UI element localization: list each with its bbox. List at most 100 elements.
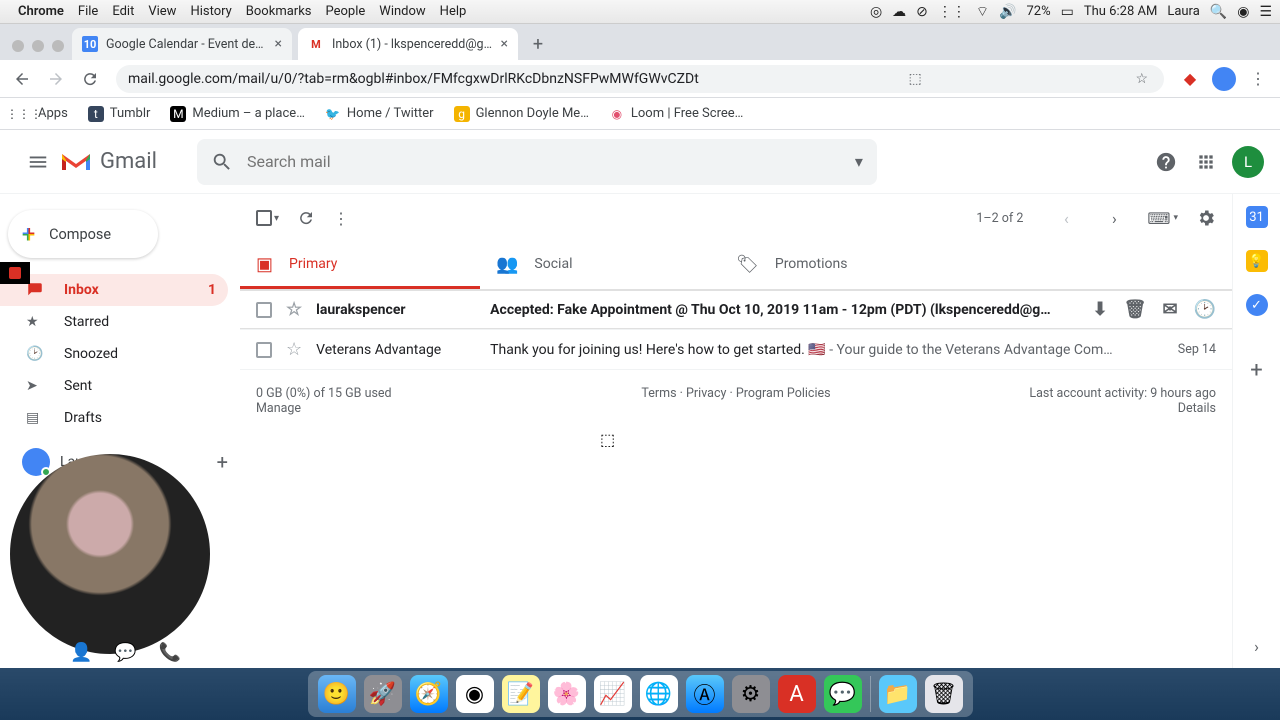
acrobat-icon[interactable]: A xyxy=(778,675,816,713)
calendar-addon-icon[interactable]: 31 xyxy=(1246,206,1268,228)
chevron-down-icon[interactable]: ▾ xyxy=(274,213,279,224)
app-name[interactable]: Chrome xyxy=(18,4,64,19)
select-all-checkbox[interactable] xyxy=(256,210,272,226)
menu-help[interactable]: Help xyxy=(440,4,467,19)
keep-addon-icon[interactable]: 💡 xyxy=(1246,250,1268,272)
bookmark-item[interactable]: MMedium – a place… xyxy=(162,102,313,126)
compose-button[interactable]: + Compose xyxy=(8,210,158,258)
archive-icon[interactable]: ⬇ xyxy=(1093,299,1108,320)
browser-tab[interactable]: 10 Google Calendar - Event detai × xyxy=(72,28,292,60)
wifi-icon[interactable]: ⌔ xyxy=(976,3,989,21)
google-apps-button[interactable] xyxy=(1186,142,1226,182)
terms-link[interactable]: Terms xyxy=(641,386,676,401)
menu-edit[interactable]: Edit xyxy=(112,4,134,19)
spotlight-icon[interactable]: 🔍 xyxy=(1210,4,1227,20)
new-chat-button[interactable]: + xyxy=(217,450,228,474)
mail-row[interactable]: ☆ laurakspencer Accepted: Fake Appointme… xyxy=(240,290,1232,330)
select-all[interactable]: ▾ xyxy=(256,210,279,226)
bookmark-apps[interactable]: ⋮⋮⋮Apps xyxy=(8,102,76,126)
extension-icon[interactable]: ◆ xyxy=(1176,65,1204,93)
bookmark-star-icon[interactable]: ☆ xyxy=(1135,71,1148,87)
bookmark-item[interactable]: tTumblr xyxy=(80,102,159,126)
get-addons-button[interactable]: + xyxy=(1250,358,1262,383)
finder-icon[interactable]: 🙂 xyxy=(318,675,356,713)
reload-button[interactable] xyxy=(76,65,104,93)
bookmark-item[interactable]: 🐦Home / Twitter xyxy=(317,102,442,126)
menu-window[interactable]: Window xyxy=(379,4,425,19)
menubar-clock[interactable]: Thu 6:28 AM xyxy=(1084,4,1157,19)
address-bar[interactable]: mail.google.com/mail/u/0/?tab=rm&ogbl#in… xyxy=(116,65,1164,93)
nav-inbox[interactable]: Inbox 1 xyxy=(0,274,228,306)
gmail-logo[interactable]: Gmail xyxy=(60,149,157,174)
row-checkbox[interactable] xyxy=(256,302,272,318)
profile-button[interactable] xyxy=(1210,65,1238,93)
star-icon[interactable]: ☆ xyxy=(286,339,302,360)
volume-icon[interactable]: 🔊 xyxy=(999,4,1016,20)
messages-icon[interactable]: 💬 xyxy=(824,675,862,713)
search-mail[interactable]: ▾ xyxy=(197,139,877,185)
input-tools-button[interactable]: ⌨▾ xyxy=(1147,209,1178,228)
refresh-button[interactable] xyxy=(297,209,315,227)
menu-file[interactable]: File xyxy=(78,4,98,19)
menu-history[interactable]: History xyxy=(190,4,231,19)
privacy-link[interactable]: Privacy xyxy=(686,386,726,401)
search-options-icon[interactable]: ▾ xyxy=(855,152,863,171)
menu-people[interactable]: People xyxy=(326,4,366,19)
battery-percent[interactable]: 72% xyxy=(1027,4,1051,19)
nav-snoozed[interactable]: 🕑 Snoozed xyxy=(0,338,228,370)
mail-row[interactable]: ☆ Veterans Advantage Thank you for joini… xyxy=(240,330,1232,370)
status-icon[interactable]: ◎ xyxy=(870,4,882,20)
safari-icon[interactable]: 🧭 xyxy=(410,675,448,713)
next-page-button[interactable]: › xyxy=(1099,209,1129,228)
delete-icon[interactable]: 🗑 xyxy=(1124,299,1147,320)
main-menu-button[interactable] xyxy=(16,151,60,173)
nav-sent[interactable]: ➤ Sent xyxy=(0,370,228,402)
row-checkbox[interactable] xyxy=(256,342,272,358)
contacts-icon[interactable]: 👤 xyxy=(70,642,92,663)
star-icon[interactable]: ☆ xyxy=(286,299,302,320)
siri-icon[interactable]: ◉ xyxy=(1237,4,1249,20)
new-tab-button[interactable]: + xyxy=(524,30,552,58)
phone-icon[interactable]: 📞 xyxy=(159,642,181,663)
collapse-sidepanel-icon[interactable]: › xyxy=(1254,637,1259,656)
nav-starred[interactable]: ★ Starred xyxy=(0,306,228,338)
support-button[interactable] xyxy=(1146,142,1186,182)
notes-icon[interactable]: 📝 xyxy=(502,675,540,713)
bookmark-item[interactable]: gGlennon Doyle Me… xyxy=(446,102,597,126)
close-window-button[interactable] xyxy=(12,40,24,52)
cloud-icon[interactable]: ☁ xyxy=(892,4,906,20)
translate-icon[interactable]: ⬚ xyxy=(909,71,922,87)
bookmark-item[interactable]: ◉Loom | Free Scree… xyxy=(601,102,751,126)
mark-read-icon[interactable]: ✉ xyxy=(1162,299,1177,320)
manage-link[interactable]: Manage xyxy=(256,401,301,416)
menubar-user[interactable]: Laura xyxy=(1167,4,1199,19)
menu-view[interactable]: View xyxy=(148,4,176,19)
tab-primary[interactable]: ▣ Primary xyxy=(240,242,480,289)
tab-promotions[interactable]: 🏷 Promotions xyxy=(720,242,960,289)
menu-bookmarks[interactable]: Bookmarks xyxy=(246,4,312,19)
status-icon[interactable]: ⊘ xyxy=(916,4,928,20)
prev-page-button[interactable]: ‹ xyxy=(1051,209,1081,228)
more-button[interactable]: ⋮ xyxy=(333,209,349,228)
details-link[interactable]: Details xyxy=(1178,401,1216,416)
chrome-icon[interactable]: 🌐 xyxy=(640,675,678,713)
launchpad-icon[interactable]: 🚀 xyxy=(364,675,402,713)
photos-icon[interactable]: 🌸 xyxy=(548,675,586,713)
back-button[interactable] xyxy=(8,65,36,93)
trash-icon[interactable]: 🗑 xyxy=(925,675,963,713)
conversations-icon[interactable]: 💬 xyxy=(114,642,136,663)
close-tab-icon[interactable]: × xyxy=(501,36,508,52)
settings-button[interactable] xyxy=(1196,208,1216,228)
settings-icon[interactable]: ⚙ xyxy=(732,675,770,713)
browser-tab[interactable]: M Inbox (1) - lkspenceredd@gma × xyxy=(298,28,518,60)
tab-social[interactable]: 👥 Social xyxy=(480,242,720,289)
tasks-addon-icon[interactable]: ✓ xyxy=(1246,294,1268,316)
account-avatar[interactable]: L xyxy=(1232,146,1264,178)
folder-icon[interactable]: 📁 xyxy=(879,675,917,713)
status-icon[interactable]: ⋮⋮ xyxy=(938,4,966,20)
chrome-menu-button[interactable]: ⋮ xyxy=(1244,65,1272,93)
search-input[interactable] xyxy=(247,152,855,171)
close-tab-icon[interactable]: × xyxy=(275,36,282,52)
maximize-window-button[interactable] xyxy=(52,40,64,52)
app-icon[interactable]: ◉ xyxy=(456,675,494,713)
